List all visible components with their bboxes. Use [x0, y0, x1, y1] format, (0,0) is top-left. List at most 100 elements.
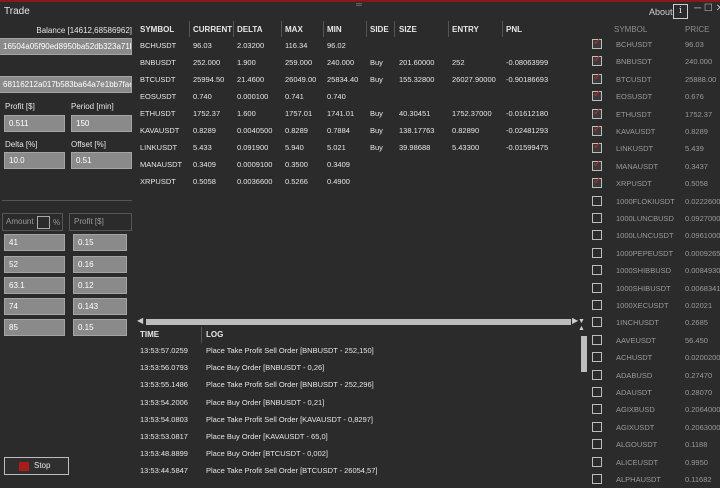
- symbol-row[interactable]: MANAUSDT 0.3437: [589, 158, 720, 175]
- symbol-row[interactable]: 1000SHIBUSDT 0.0068341: [589, 280, 720, 297]
- symbol-row[interactable]: 1000LUNCUSDT 0.0961000: [589, 227, 720, 244]
- period-input[interactable]: 150: [71, 115, 132, 132]
- symbols-header-symbol[interactable]: SYMBOL: [614, 25, 647, 34]
- amount-input-2[interactable]: 52: [4, 256, 65, 273]
- symbol-checkbox[interactable]: [592, 213, 602, 223]
- symbol-checkbox[interactable]: [592, 176, 602, 189]
- symbol-name: BNBUSDT: [616, 57, 652, 67]
- symbol-row[interactable]: BTCUSDT 25888.00: [589, 71, 720, 88]
- symbol-row[interactable]: LINKUSDT 5.439: [589, 140, 720, 157]
- symbol-row[interactable]: AGIXUSDT 0.2063000: [589, 419, 720, 436]
- column-header-current[interactable]: CURRENT: [193, 25, 232, 34]
- stop-button[interactable]: Stop: [4, 457, 69, 475]
- cell-side: Buy: [370, 58, 383, 67]
- symbol-checkbox[interactable]: [592, 72, 602, 84]
- symbol-row[interactable]: 1000PEPEUSDT 0.0009265: [589, 245, 720, 262]
- symbol-row[interactable]: ADABUSD 0.27470: [589, 367, 720, 384]
- window-controls[interactable]: ─ ☐ ✕: [694, 3, 720, 19]
- symbol-checkbox[interactable]: [592, 230, 602, 241]
- symbol-row[interactable]: 1000LUNCBUSD 0.0927000: [589, 210, 720, 227]
- symbol-row[interactable]: BNBUSDT 240.000: [589, 53, 720, 70]
- symbol-row[interactable]: XRPUSDT 0.5058: [589, 175, 720, 192]
- symbol-row[interactable]: AAVEUSDT 56.450: [589, 332, 720, 349]
- symbol-checkbox[interactable]: [592, 404, 602, 415]
- resize-grip-icon[interactable]: ═: [352, 1, 366, 9]
- symbol-checkbox[interactable]: [592, 421, 602, 432]
- offset-input[interactable]: 0.51: [71, 152, 132, 169]
- column-header-entry[interactable]: ENTRY: [452, 25, 479, 34]
- symbol-row[interactable]: AGIXBUSD 0.2064000: [589, 401, 720, 418]
- profit-input[interactable]: 0.511: [4, 115, 65, 132]
- symbol-price: 0.0009265: [685, 248, 720, 258]
- cell-side: Buy: [370, 126, 383, 135]
- symbol-row[interactable]: ETHUSDT 1752.37: [589, 106, 720, 123]
- profit-input-4[interactable]: 0.143: [73, 298, 127, 315]
- symbol-row[interactable]: ALGOUSDT 0.1188: [589, 436, 720, 453]
- column-header-min[interactable]: MIN: [327, 25, 342, 34]
- symbol-checkbox[interactable]: [592, 456, 602, 467]
- log-header-time[interactable]: TIME: [140, 330, 159, 339]
- symbol-checkbox[interactable]: [592, 317, 602, 328]
- api-secret-field[interactable]: 68116212a017b583ba64a7e1bb7fae: [0, 76, 132, 93]
- symbol-checkbox[interactable]: [592, 387, 602, 397]
- symbol-row[interactable]: ACHUSDT 0.0200200: [589, 349, 720, 366]
- symbol-checkbox[interactable]: [592, 474, 602, 484]
- about-link[interactable]: About: [649, 7, 673, 17]
- profit-input-5[interactable]: 0.15: [73, 319, 127, 336]
- symbol-price: 0.2064000: [685, 405, 720, 415]
- symbol-row[interactable]: KAVAUSDT 0.8289: [589, 123, 720, 140]
- symbol-checkbox[interactable]: [592, 54, 602, 67]
- symbol-checkbox[interactable]: [592, 300, 602, 310]
- amount-input-1[interactable]: 41: [4, 234, 65, 251]
- info-icon[interactable]: i: [673, 4, 688, 19]
- amount-percent-checkbox[interactable]: [37, 216, 50, 229]
- column-header-pnl[interactable]: PNL: [506, 25, 522, 34]
- symbol-row[interactable]: 1000XECUSDT 0.02021: [589, 297, 720, 314]
- profit-input-3[interactable]: 0.12: [73, 277, 127, 294]
- column-header-delta[interactable]: DELTA: [237, 25, 262, 34]
- cell-current: 0.5058: [193, 177, 216, 186]
- log-header-log[interactable]: LOG: [206, 330, 223, 339]
- amount-input-3[interactable]: 63.1: [4, 277, 65, 294]
- symbols-header-price[interactable]: PRICE: [685, 25, 709, 34]
- scroll-left-icon[interactable]: ◀: [137, 316, 143, 325]
- symbol-price: 0.5058: [685, 179, 708, 189]
- symbol-checkbox[interactable]: [592, 334, 602, 345]
- column-header-size[interactable]: SIZE: [399, 25, 417, 34]
- symbol-checkbox[interactable]: [592, 124, 602, 136]
- cell-symbol: KAVAUSDT: [140, 126, 180, 135]
- profit-input-1[interactable]: 0.15: [73, 234, 127, 251]
- symbol-row[interactable]: BCHUSDT 96.03: [589, 36, 720, 53]
- cell-pnl: -0.08063999: [506, 58, 549, 67]
- symbol-checkbox[interactable]: [592, 352, 602, 363]
- symbol-checkbox[interactable]: [592, 247, 602, 258]
- api-key-field[interactable]: 16504a05f90ed8950ba52db323a71b1: [0, 38, 132, 55]
- column-header-symbol[interactable]: SYMBOL: [140, 25, 174, 34]
- symbol-checkbox[interactable]: [592, 282, 602, 293]
- symbol-checkbox[interactable]: [592, 141, 602, 154]
- column-header-max[interactable]: MAX: [285, 25, 303, 34]
- scroll-up-icon[interactable]: ▲: [578, 325, 585, 332]
- symbol-checkbox[interactable]: [592, 369, 602, 380]
- symbol-checkbox[interactable]: [592, 265, 602, 276]
- symbol-row[interactable]: EOSUSDT 0.676: [589, 88, 720, 105]
- symbol-checkbox[interactable]: [592, 195, 602, 206]
- log-scroll-thumb[interactable]: [581, 336, 587, 372]
- symbol-row[interactable]: 1INCHUSDT 0.2685: [589, 314, 720, 331]
- amount-input-4[interactable]: 74: [4, 298, 65, 315]
- symbol-checkbox[interactable]: [592, 107, 602, 119]
- profit-input-2[interactable]: 0.16: [73, 256, 127, 273]
- column-header-side[interactable]: SIDE: [370, 25, 389, 34]
- symbol-checkbox[interactable]: [592, 37, 602, 49]
- symbol-checkbox[interactable]: [592, 159, 602, 171]
- symbol-row[interactable]: ADAUSDT 0.28070: [589, 384, 720, 401]
- table-scroll-thumb[interactable]: [146, 319, 571, 325]
- symbol-checkbox[interactable]: [592, 439, 602, 450]
- symbol-checkbox[interactable]: [592, 89, 602, 102]
- delta-input[interactable]: 10.0: [4, 152, 65, 169]
- symbol-row[interactable]: 1000SHIBBUSD 0.0084930: [589, 262, 720, 279]
- symbol-row[interactable]: 1000FLOKIUSDT 0.0222600: [589, 193, 720, 210]
- symbol-row[interactable]: ALICEUSDT 0.9950: [589, 454, 720, 471]
- amount-input-5[interactable]: 85: [4, 319, 65, 336]
- scroll-down-icon[interactable]: ▼: [578, 318, 585, 325]
